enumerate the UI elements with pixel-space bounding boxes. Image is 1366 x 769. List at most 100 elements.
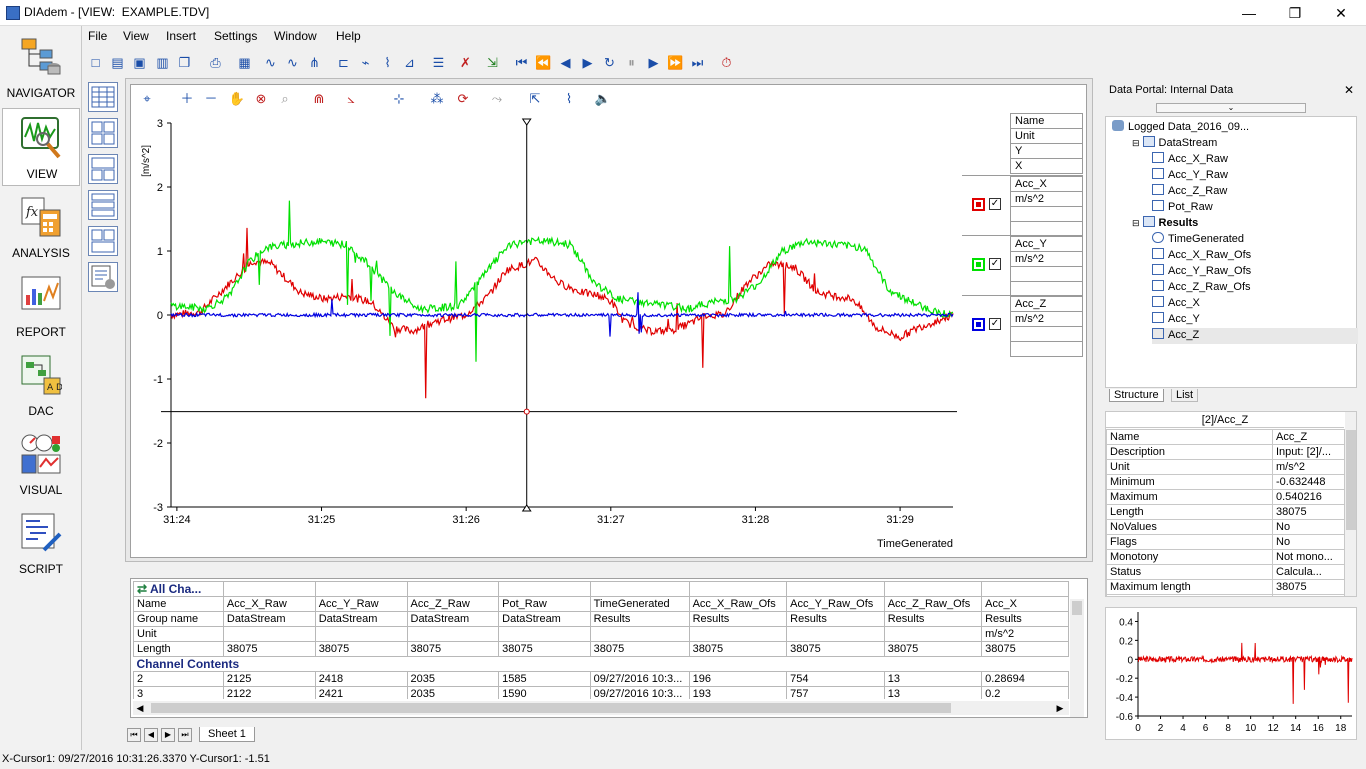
properties-scrollbar[interactable] [1345, 412, 1356, 596]
table-value-cell[interactable]: 2421 [314, 686, 408, 699]
tree-item[interactable]: Acc_Z_Raw_Ofs [1152, 280, 1251, 296]
first-sheet-icon[interactable]: ⏮ [127, 728, 141, 742]
properties-icon[interactable]: ▥ [153, 53, 172, 72]
legend-checkbox[interactable]: ✓ [989, 318, 1001, 330]
tree-item[interactable]: Logged Data_2016_09... [1112, 120, 1249, 136]
layout-quad-icon[interactable] [88, 118, 118, 148]
zoom-box-icon[interactable]: ⌕ [275, 89, 295, 109]
table-value-cell[interactable]: 193 [688, 686, 788, 699]
tree-item[interactable]: TimeGenerated [1152, 232, 1244, 248]
step-back-icon[interactable]: ◀ [556, 53, 575, 72]
save-icon[interactable]: ▣ [130, 53, 149, 72]
table-value-cell[interactable]: 13 [883, 671, 983, 687]
table-cell[interactable]: DataStream [314, 611, 408, 627]
table-value-cell[interactable]: 2122 [222, 686, 316, 699]
mute-icon[interactable]: 🔈 [593, 89, 613, 109]
table-cell[interactable] [498, 626, 591, 642]
table-value-cell[interactable]: 2418 [314, 671, 408, 687]
marker-icon[interactable]: ⁂ [427, 89, 447, 109]
layout-settings-icon[interactable] [88, 262, 118, 292]
table-value-cell[interactable]: 1590 [498, 686, 591, 699]
table-value-cell[interactable]: 09/27/2016 10:3... [589, 686, 690, 699]
expand-icon[interactable]: ⊟ [1132, 218, 1140, 228]
timer-icon[interactable]: ⏱ [717, 53, 736, 72]
table-cell[interactable]: Acc_Y_Raw_Ofs [786, 596, 885, 612]
table-cell[interactable]: 38075 [883, 641, 983, 657]
table-cell[interactable]: 38075 [786, 641, 885, 657]
nav-analysis[interactable]: fx ANALYSIS [2, 188, 80, 266]
zoom-in-icon[interactable]: ＋ [177, 89, 197, 109]
prev-sheet-icon[interactable]: ◀ [144, 728, 158, 742]
table-cell[interactable]: Acc_Z_Raw_Ofs [883, 596, 983, 612]
layout-split-v-icon[interactable] [88, 190, 118, 220]
table-icon[interactable]: ☰ [429, 53, 448, 72]
tree-item[interactable]: Acc_Y [1152, 312, 1200, 328]
legend-checkbox[interactable]: ✓ [989, 198, 1001, 210]
layout-table-icon[interactable] [88, 82, 118, 112]
minimize-button[interactable]: — [1226, 2, 1272, 24]
menu-file[interactable]: File [88, 29, 107, 43]
nav-view[interactable]: VIEW [2, 108, 80, 186]
tree-item[interactable]: Acc_X_Raw [1152, 152, 1228, 168]
axis-mode-icon[interactable]: ⊏ [334, 53, 353, 72]
new-file-icon[interactable]: □ [86, 53, 105, 72]
tab-structure[interactable]: Structure [1109, 389, 1164, 402]
table-cell[interactable] [314, 626, 408, 642]
table-cell[interactable]: 38075 [222, 641, 316, 657]
menu-settings[interactable]: Settings [214, 29, 257, 43]
table-cell[interactable] [406, 626, 500, 642]
axis-scale-icon[interactable]: ⌁ [356, 53, 375, 72]
table-value-cell[interactable]: 754 [786, 671, 885, 687]
print-icon[interactable]: ⎙ [206, 53, 225, 72]
tree-item[interactable]: Acc_Y_Raw [1152, 168, 1228, 184]
legend-item[interactable]: ✓ Acc_Z m/s^2 [962, 295, 1083, 357]
legend-item[interactable]: ✓ Acc_X m/s^2 [962, 175, 1083, 237]
table-cell[interactable] [222, 626, 316, 642]
table-value-cell[interactable]: 2125 [222, 671, 316, 687]
first-frame-icon[interactable]: ⏮ [512, 53, 531, 72]
curve-sync-icon[interactable]: ⟳ [453, 89, 473, 109]
menu-window[interactable]: Window [274, 29, 317, 43]
table-value-cell[interactable]: 0.2 [981, 686, 1069, 699]
curve-edit-icon[interactable]: ∿ [283, 53, 302, 72]
table-cell[interactable] [786, 626, 885, 642]
table-cell[interactable]: Results [981, 611, 1069, 627]
nav-dac[interactable]: A D DAC [2, 346, 80, 424]
main-chart[interactable]: 3 2 1 0 -1 -2 -331:24 31:25 31:26 31:27 31:28 31:29… [131, 115, 961, 557]
tree-item[interactable]: Acc_Z_Raw [1152, 184, 1227, 200]
table-value-cell[interactable]: 2035 [406, 671, 500, 687]
table-cell[interactable]: DataStream [222, 611, 316, 627]
table-cell[interactable]: TimeGenerated [589, 596, 690, 612]
pan-icon[interactable]: ✋ [227, 89, 247, 109]
line-type-icon[interactable]: ⦣ [341, 89, 361, 109]
tab-list[interactable]: List [1171, 389, 1199, 402]
table-value-cell[interactable]: 13 [883, 686, 983, 699]
table-cell[interactable] [883, 626, 983, 642]
table-cell[interactable]: 38075 [981, 641, 1069, 657]
portal-close-icon[interactable]: ✕ [1344, 83, 1354, 97]
table-value-cell[interactable]: 0.28694 [981, 671, 1069, 687]
table-cell[interactable]: Results [786, 611, 885, 627]
table-cell[interactable]: 38075 [498, 641, 591, 657]
table-value-cell[interactable]: 196 [688, 671, 788, 687]
axis-icon[interactable]: ⊹ [389, 89, 409, 109]
table-cell[interactable] [589, 626, 690, 642]
table-cell[interactable]: 38075 [688, 641, 788, 657]
table-cell[interactable]: Pot_Raw [498, 596, 591, 612]
nav-script[interactable]: SCRIPT [2, 504, 80, 582]
next-sheet-icon[interactable]: ▶ [161, 728, 175, 742]
table-cell[interactable]: DataStream [406, 611, 500, 627]
table-cell[interactable]: Results [589, 611, 690, 627]
sheet-tab-1[interactable]: Sheet 1 [199, 727, 255, 742]
table-cell[interactable]: m/s^2 [981, 626, 1069, 642]
tree-item[interactable]: Acc_Y_Raw_Ofs [1152, 264, 1251, 280]
table-value-cell[interactable]: 2035 [406, 686, 500, 699]
axis-zoom-icon[interactable]: ⌇ [378, 53, 397, 72]
zoom-reset-icon[interactable]: ⊗ [251, 89, 271, 109]
tree-item[interactable]: Pot_Raw [1152, 200, 1213, 216]
curve-fit-icon[interactable]: ⤳ [487, 89, 507, 109]
export-icon[interactable]: ⇲ [483, 53, 502, 72]
curve-mode-icon[interactable]: ∿ [261, 53, 280, 72]
peak-icon[interactable]: ⋒ [309, 89, 329, 109]
nav-visual[interactable]: VISUAL [2, 425, 80, 503]
